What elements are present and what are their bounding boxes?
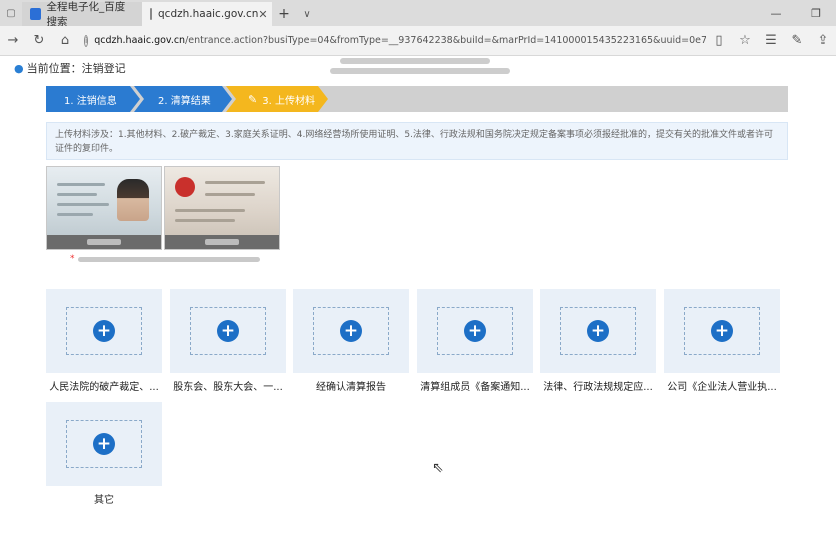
refresh-icon[interactable]: ↻ (26, 28, 52, 54)
step-3-current[interactable]: ✎ 3. 上传材料 (226, 86, 328, 112)
upload-tile-bankruptcy[interactable]: + (46, 289, 162, 373)
plus-circle-icon[interactable]: + (340, 320, 362, 342)
plus-circle-icon[interactable]: + (464, 320, 486, 342)
upload-tile-liquidation-members[interactable]: + (417, 289, 533, 373)
step-label: 3. 上传材料 (262, 95, 315, 107)
upload-label: 经确认清算报告 (316, 382, 386, 393)
upload-tile-liquidation-report[interactable]: + (293, 289, 409, 373)
tab-preview-icon[interactable]: ▢ (0, 0, 22, 26)
page-favicon-icon (150, 8, 152, 20)
tab-baidu-search[interactable]: 全程电子化_百度搜索 (22, 1, 142, 28)
step-1[interactable]: 1. 注销信息 (46, 86, 140, 112)
tab-title: qcdzh.haaic.gov.cn (158, 8, 259, 20)
back-icon[interactable]: → (0, 28, 26, 54)
minimize-icon[interactable]: — (756, 0, 796, 26)
location-pin-icon: ● (14, 61, 24, 75)
page-content: ● 当前位置：注销登记 1. 注销信息 2. 清算结果 ✎ 3. 上传材料 上传… (0, 56, 836, 533)
info-icon[interactable]: i (84, 34, 89, 47)
step-label: 1. 注销信息 (64, 95, 117, 107)
upload-label: 人民法院的破产裁定、... (49, 382, 159, 393)
pen-icon[interactable]: ✎ (784, 28, 810, 54)
window-controls: — ❐ (756, 0, 836, 26)
chevron-down-icon[interactable]: ∨ (296, 2, 318, 26)
location-label: 当前位置：注销登记 (26, 62, 126, 75)
id-card-caption-blurred: * (70, 254, 260, 264)
plus-circle-icon[interactable]: + (93, 320, 115, 342)
plus-circle-icon[interactable]: + (711, 320, 733, 342)
national-emblem-icon (175, 177, 195, 197)
id-card-back-image[interactable] (164, 166, 280, 250)
address-bar: → ↻ ⌂ i qcdzh.haaic.gov.cn /entrance.act… (0, 26, 836, 56)
upload-notice: 上传材料涉及：1.其他材料、2.破产裁定、3.家庭关系证明、4.网络经营场所使用… (46, 122, 788, 160)
home-icon[interactable]: ⌂ (52, 28, 78, 54)
new-tab-icon[interactable]: + (272, 2, 296, 26)
plus-circle-icon[interactable]: + (217, 320, 239, 342)
upload-label: 公司《企业法人营业执... (667, 382, 777, 393)
browser-tab-bar: ▢ 全程电子化_百度搜索 qcdzh.haaic.gov.cn ✕ + ∨ — … (0, 0, 836, 28)
plus-circle-icon[interactable]: + (93, 433, 115, 455)
url-path: /entrance.action?busiType=04&fromType=__… (185, 35, 706, 46)
url-host: qcdzh.haaic.gov.cn (94, 35, 186, 46)
reading-view-icon[interactable]: ▯ (706, 28, 732, 54)
blurred-company-header (330, 58, 530, 80)
close-tab-icon[interactable]: ✕ (258, 8, 267, 21)
required-asterisk: * (70, 254, 75, 264)
upload-label: 法律、行政法规规定应... (543, 382, 653, 393)
step-label: 2. 清算结果 (158, 95, 211, 107)
favorites-list-icon[interactable]: ☰ (758, 28, 784, 54)
baidu-favicon-icon (30, 8, 41, 20)
upload-label: 其它 (94, 495, 114, 506)
url-input[interactable]: i qcdzh.haaic.gov.cn /entrance.action?bu… (78, 30, 706, 52)
plus-circle-icon[interactable]: + (587, 320, 609, 342)
favorite-star-icon[interactable]: ☆ (732, 28, 758, 54)
upload-tile-legal[interactable]: + (540, 289, 656, 373)
upload-tile-shareholder[interactable]: + (170, 289, 286, 373)
pencil-icon: ✎ (248, 92, 258, 106)
step-progress-bar: 1. 注销信息 2. 清算结果 ✎ 3. 上传材料 (46, 86, 788, 112)
portrait-photo (117, 179, 149, 221)
upload-tile-other[interactable]: + (46, 402, 162, 486)
mouse-cursor-icon: ⇖ (432, 460, 444, 476)
tab-title: 全程电子化_百度搜索 (46, 1, 126, 28)
upload-label: 清算组成员《备案通知... (420, 382, 530, 393)
upload-tile-business-license[interactable]: + (664, 289, 780, 373)
id-card-front-image[interactable] (46, 166, 162, 250)
share-icon[interactable]: ⇪ (810, 28, 836, 54)
tab-qcdzh[interactable]: qcdzh.haaic.gov.cn ✕ (142, 2, 272, 26)
step-2[interactable]: 2. 清算结果 (134, 86, 232, 112)
upload-label: 股东会、股东大会、一... (173, 382, 283, 393)
breadcrumb: ● 当前位置：注销登记 (14, 60, 126, 76)
restore-icon[interactable]: ❐ (796, 0, 836, 26)
